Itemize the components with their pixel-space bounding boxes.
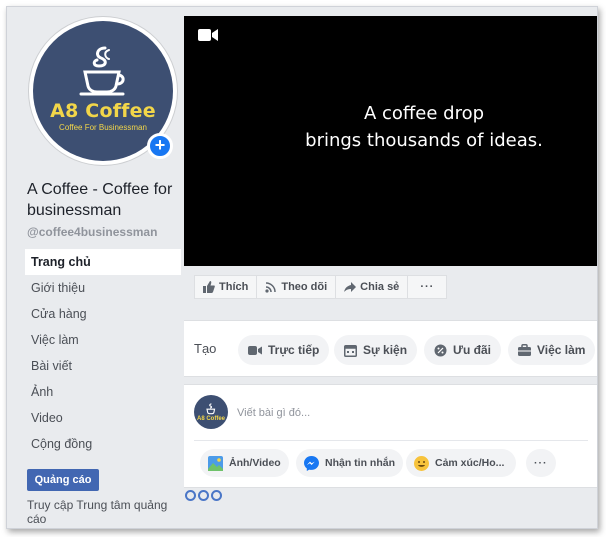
more-actions-button[interactable]: ···: [408, 276, 446, 298]
create-job-label: Việc làm: [537, 343, 586, 357]
cover-caption: A coffee drop brings thousands of ideas.: [244, 100, 597, 154]
feeling-activity-label: Cảm xúc/Ho...: [435, 457, 505, 469]
photo-icon: [208, 455, 223, 471]
nav-item-jobs[interactable]: Việc làm: [25, 327, 181, 353]
create-live-button[interactable]: Trực tiếp: [238, 335, 330, 365]
coffee-cup-logo-icon: [79, 46, 125, 96]
photo-video-button[interactable]: Ảnh/Video: [200, 449, 289, 477]
briefcase-icon: [518, 344, 531, 356]
nav-item-home[interactable]: Trang chủ: [25, 249, 181, 275]
nav-item-posts[interactable]: Bài viết: [25, 353, 181, 379]
nav-item-shop[interactable]: Cửa hàng: [25, 301, 181, 327]
composer-avatar-brand: A8 Coffee: [196, 415, 225, 422]
follow-button[interactable]: Theo dõi: [257, 276, 337, 298]
rss-follow-icon: [265, 282, 277, 293]
create-label: Tạo: [194, 341, 217, 356]
nav-item-community[interactable]: Cộng đồng: [25, 431, 181, 457]
avatar-brand-text: A8 Coffee: [50, 100, 156, 122]
avatar-tagline-text: Coffee For Businessman: [59, 123, 147, 132]
add-photo-plus-icon[interactable]: +: [147, 133, 173, 159]
video-camera-icon: [198, 29, 218, 41]
create-offer-button[interactable]: Ưu đãi: [424, 335, 501, 365]
get-messages-label: Nhận tin nhắn: [325, 457, 395, 469]
photo-video-label: Ảnh/Video: [229, 457, 281, 469]
loading-ring-icon: [185, 490, 196, 501]
loading-ring-icon: [198, 490, 209, 501]
coffee-cup-logo-icon: [206, 402, 216, 414]
share-button[interactable]: Chia sẻ: [336, 276, 409, 298]
create-event-label: Sự kiện: [363, 343, 408, 357]
create-live-label: Trực tiếp: [268, 343, 320, 357]
ads-center-link[interactable]: Truy cập Trung tâm quảng cáo: [27, 498, 177, 526]
left-column: A8 Coffee Coffee For Businessman + A Cof…: [7, 7, 183, 528]
composer-input[interactable]: Viết bài gì đó...: [237, 407, 310, 419]
composer-divider: [194, 440, 588, 441]
page-username[interactable]: @coffee4businessman: [27, 225, 157, 239]
share-label: Chia sẻ: [360, 281, 400, 293]
create-offer-label: Ưu đãi: [453, 343, 491, 357]
page-title: A Coffee - Coffee for businessman: [27, 181, 173, 219]
thumbs-up-icon: [203, 281, 215, 293]
create-job-button[interactable]: Việc làm: [508, 335, 596, 365]
loading-indicator: [185, 490, 222, 501]
create-card: Tạo Trực tiếp Sự kiện Ưu đãi Việc làm: [184, 320, 597, 377]
loading-ring-icon: [211, 490, 222, 501]
like-label: Thích: [219, 281, 249, 293]
share-arrow-icon: [344, 282, 357, 292]
calendar-icon: [344, 344, 357, 357]
composer-more-button[interactable]: ···: [526, 449, 556, 477]
nav-item-photos[interactable]: Ảnh: [25, 379, 181, 405]
live-video-icon: [248, 345, 262, 355]
facebook-page-frame: A8 Coffee Coffee For Businessman + A Cof…: [6, 6, 598, 529]
create-event-button[interactable]: Sự kiện: [334, 335, 418, 365]
profile-avatar-wrap[interactable]: A8 Coffee Coffee For Businessman +: [29, 17, 177, 165]
feeling-activity-button[interactable]: Cảm xúc/Ho...: [406, 449, 516, 477]
page-nav: Trang chủ Giới thiệu Cửa hàng Việc làm B…: [25, 249, 181, 457]
nav-item-about[interactable]: Giới thiệu: [25, 275, 181, 301]
post-composer: A8 Coffee Viết bài gì đó... Ảnh/Video Nh…: [184, 384, 597, 488]
composer-avatar: A8 Coffee: [194, 395, 228, 429]
cover-caption-line2: brings thousands of ideas.: [305, 130, 543, 151]
get-messages-button[interactable]: Nhận tin nhắn: [296, 449, 403, 477]
cover-caption-line1: A coffee drop: [363, 103, 485, 124]
messenger-icon: [304, 455, 319, 471]
promote-button[interactable]: Quảng cáo: [27, 469, 99, 491]
nav-item-videos[interactable]: Video: [25, 405, 181, 431]
page-action-bar: Thích Theo dõi Chia sẻ ···: [194, 275, 448, 299]
like-button[interactable]: Thích: [195, 276, 258, 298]
smiley-emoji-icon: [414, 455, 429, 471]
cover-video[interactable]: A coffee drop brings thousands of ideas.: [184, 16, 597, 266]
offer-tag-icon: [434, 344, 447, 356]
follow-label: Theo dõi: [281, 281, 328, 293]
